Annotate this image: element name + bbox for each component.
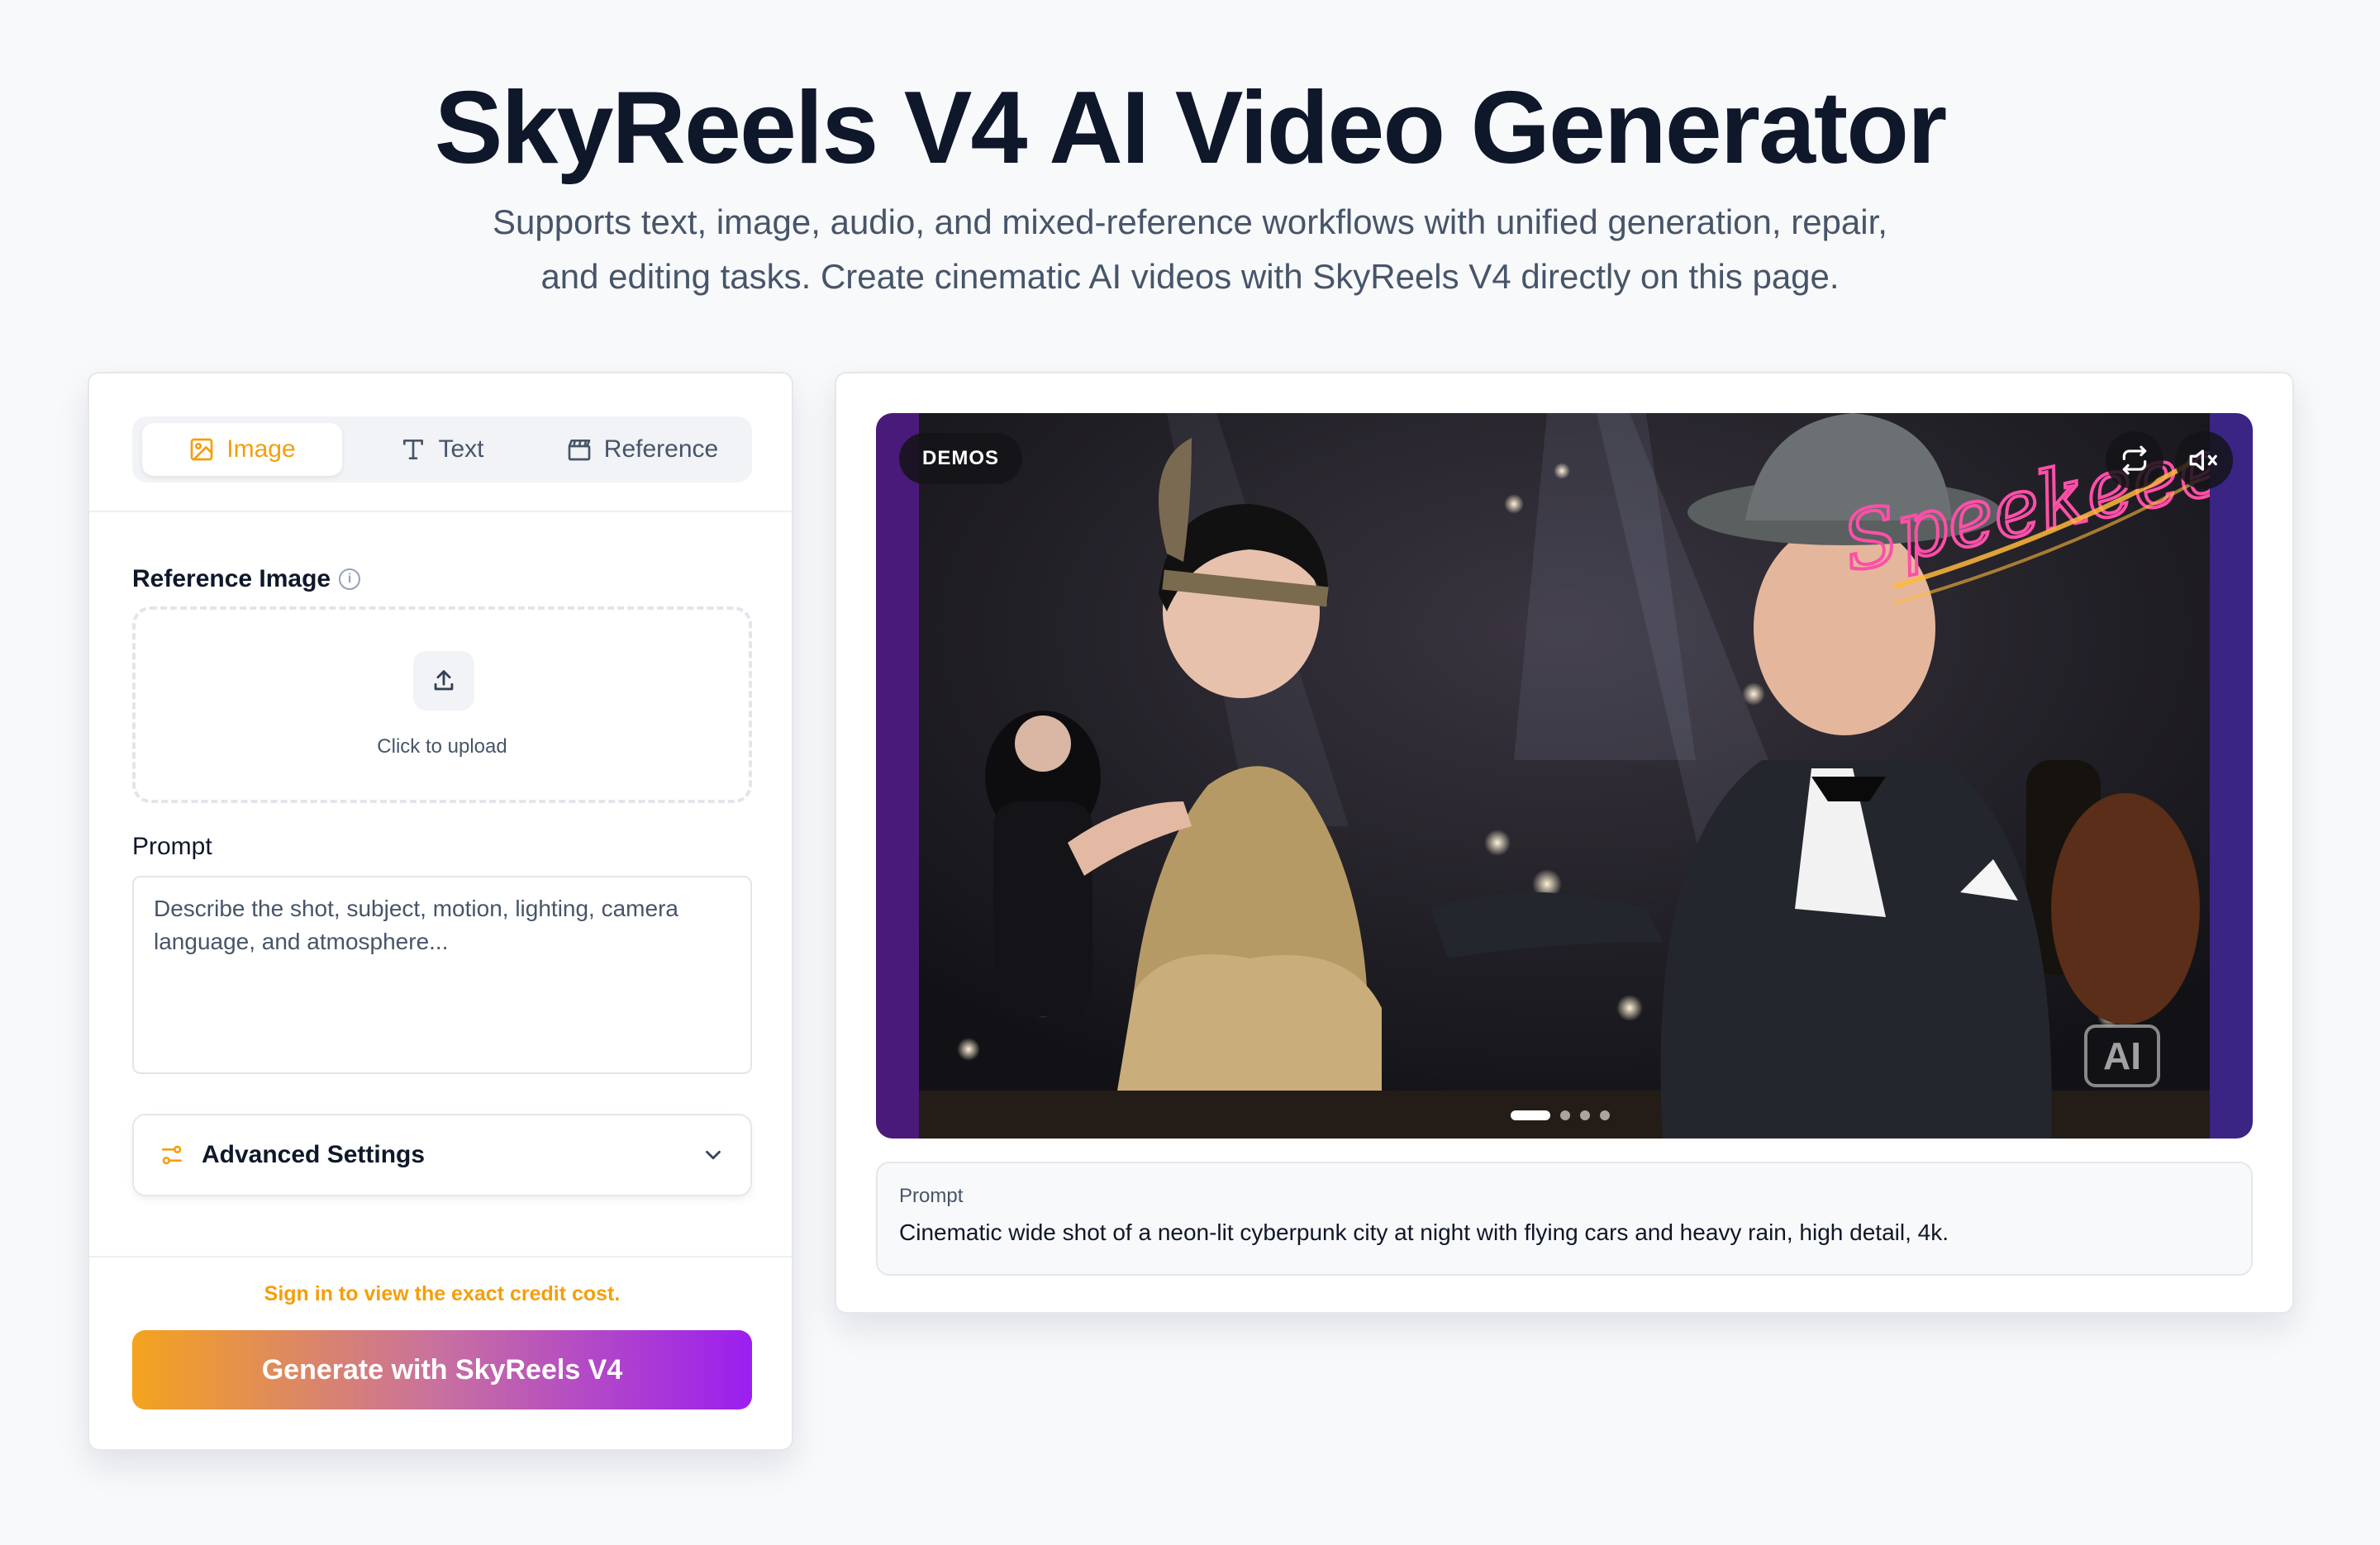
advanced-settings-toggle[interactable]: Advanced Settings (132, 1114, 752, 1196)
repeat-icon (2122, 445, 2147, 475)
tab-reference[interactable]: Reference (542, 423, 742, 476)
generator-panel: Image Text Reference Reference Image i C… (88, 372, 793, 1451)
clapperboard-icon (568, 440, 591, 461)
tab-text[interactable]: Text (342, 423, 542, 476)
tab-image[interactable]: Image (142, 423, 342, 476)
upload-button[interactable] (413, 651, 474, 711)
demo-prompt-text: Cinematic wide shot of a neon-lit cyberp… (899, 1219, 1949, 1245)
credit-cost-note[interactable]: Sign in to view the exact credit cost. (89, 1282, 792, 1306)
demos-badge: DEMOS (899, 433, 1023, 484)
reference-image-label-text: Reference Image (132, 565, 331, 592)
slide-dot[interactable] (1600, 1110, 1610, 1120)
mute-button[interactable] (2175, 431, 2233, 489)
info-icon[interactable]: i (339, 568, 361, 590)
demo-video[interactable]: Speekeeey DEMOS AI (876, 413, 2253, 1139)
tab-text-label: Text (438, 435, 484, 463)
sliders-icon (162, 1145, 182, 1165)
preview-panel: Speekeeey DEMOS AI Prompt Cinematic wide… (835, 372, 2294, 1314)
demo-prompt-caption: Prompt (899, 1185, 964, 1207)
tab-image-label: Image (226, 435, 296, 463)
video-frame: Speekeeey (919, 413, 2210, 1139)
upload-icon (434, 670, 454, 691)
prompt-textarea[interactable]: Describe the shot, subject, motion, ligh… (132, 876, 752, 1074)
tab-reference-label: Reference (603, 435, 719, 463)
slide-dot[interactable] (1560, 1110, 1570, 1120)
chevron-down-icon (706, 1150, 721, 1160)
page-subtitle: Supports text, image, audio, and mixed-r… (493, 202, 1887, 296)
slide-dot[interactable] (1580, 1110, 1590, 1120)
ai-watermark: AI (2084, 1024, 2160, 1087)
page-title: SkyReels V4 AI Video Generator (434, 71, 1947, 185)
mode-tabs: Image Text Reference (132, 416, 752, 483)
upload-hint: Click to upload (377, 735, 507, 758)
volume-mute-icon (2189, 449, 2217, 471)
generate-button[interactable]: Generate with SkyReels V4 (132, 1330, 752, 1410)
loop-button[interactable] (2106, 431, 2163, 489)
image-icon (190, 438, 213, 461)
reference-image-label: Reference Image i (132, 565, 361, 593)
advanced-settings-label: Advanced Settings (202, 1141, 426, 1168)
text-icon (403, 440, 424, 459)
demo-prompt-card: Prompt Cinematic wide shot of a neon-lit… (876, 1162, 2253, 1276)
divider (89, 511, 792, 512)
slide-indicators (1511, 1110, 1610, 1120)
divider (89, 1256, 792, 1257)
prompt-label: Prompt (132, 833, 212, 860)
image-upload-dropzone[interactable]: Click to upload (132, 606, 752, 803)
slide-dot[interactable] (1511, 1110, 1550, 1120)
